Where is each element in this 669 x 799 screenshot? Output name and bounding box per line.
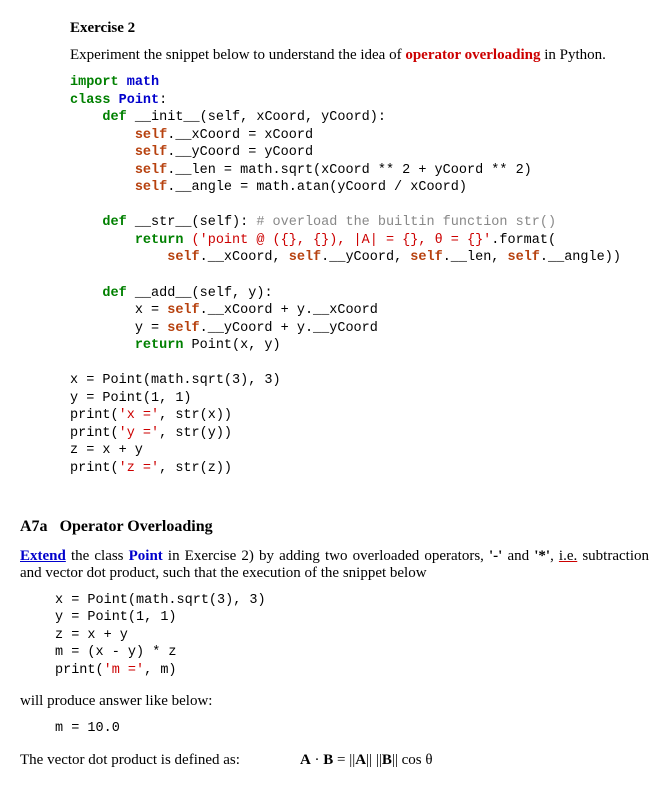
- str-literal: ('point @ ({}, {}), |A| = {}, θ = {}': [183, 233, 491, 248]
- op-sub: '-': [489, 548, 502, 564]
- format-call: .format(: [491, 233, 556, 248]
- vector-text: The vector dot product is defined as:: [20, 752, 240, 769]
- str-sig: __str__(self):: [135, 215, 248, 230]
- fmt-arg4: .__angle)): [540, 250, 621, 265]
- kw-self: self: [289, 250, 321, 265]
- main-l4a: print(: [70, 426, 119, 441]
- c2-l5a: print(: [55, 663, 104, 678]
- c2-l3: z = x + y: [55, 628, 128, 643]
- main-l1: x = Point(math.sqrt(3), 3): [70, 373, 281, 388]
- main-l6s: 'z =': [119, 461, 160, 476]
- intro-prefix: Experiment the snippet below to understa…: [70, 47, 405, 63]
- main-l3s: 'x =': [119, 408, 160, 423]
- c2-l5s: 'm =': [104, 663, 145, 678]
- op-mul: '*': [534, 548, 550, 564]
- fmt-arg3: .__len,: [443, 250, 508, 265]
- c2-l5b: , m): [144, 663, 176, 678]
- main-l3a: print(: [70, 408, 119, 423]
- kw-def: def: [102, 286, 126, 301]
- main-l6b: , str(z)): [159, 461, 232, 476]
- part2-paragraph: Extend the class Point in Exercise 2) by…: [20, 548, 649, 582]
- p2-b: in Exercise 2) by adding two overloaded …: [163, 548, 489, 564]
- add-l1b: .__xCoord + y.__xCoord: [200, 303, 378, 318]
- add-l1a: x =: [135, 303, 167, 318]
- init-line4: .__angle = math.atan(yCoord / xCoord): [167, 180, 467, 195]
- ie-word: i.e.: [559, 548, 577, 564]
- init-line2: .__yCoord = yCoord: [167, 145, 313, 160]
- p2-a: the class: [66, 548, 129, 564]
- main-l6a: print(: [70, 461, 119, 476]
- kw-self: self: [167, 250, 199, 265]
- exercise-intro: Experiment the snippet below to understa…: [70, 47, 649, 64]
- main-l3b: , str(x)): [159, 408, 232, 423]
- main-l5: z = x + y: [70, 443, 143, 458]
- init-sig: __init__(self, xCoord, yCoord):: [135, 110, 386, 125]
- operator-overloading-term: operator overloading: [405, 47, 540, 63]
- section-label: A7a: [20, 518, 48, 535]
- intro-suffix: in Python.: [540, 47, 605, 63]
- init-line1: .__xCoord = xCoord: [167, 128, 313, 143]
- module-math: math: [127, 75, 159, 90]
- extend-word: Extend: [20, 548, 66, 564]
- init-line3: .__len = math.sqrt(xCoord ** 2 + yCoord …: [167, 163, 532, 178]
- c2-l2: y = Point(1, 1): [55, 610, 177, 625]
- kw-self: self: [167, 321, 199, 336]
- fmt-arg1: .__xCoord,: [200, 250, 289, 265]
- add-ret: Point(x, y): [183, 338, 280, 353]
- p2-c: and: [502, 548, 534, 564]
- output-line: m = 10.0: [55, 720, 649, 738]
- str-comment: # overload the builtin function str(): [248, 215, 556, 230]
- kw-return: return: [135, 233, 184, 248]
- main-l4b: , str(y)): [159, 426, 232, 441]
- c2-l4: m = (x - y) * z: [55, 645, 177, 660]
- kw-self: self: [135, 145, 167, 160]
- kw-self: self: [410, 250, 442, 265]
- main-l4s: 'y =': [119, 426, 160, 441]
- add-l2b: .__yCoord + y.__yCoord: [200, 321, 378, 336]
- code-block-1: import math class Point: def __init__(se…: [70, 74, 649, 478]
- p2-d: ,: [550, 548, 559, 564]
- exercise-title: Exercise 2: [70, 20, 649, 37]
- kw-self: self: [135, 128, 167, 143]
- kw-self: self: [135, 180, 167, 195]
- add-l2a: y =: [135, 321, 167, 336]
- section-title: Operator Overloading: [60, 518, 213, 535]
- kw-self: self: [167, 303, 199, 318]
- vector-formula: A · B = ||A|| ||B|| cos θ: [300, 752, 433, 769]
- output-intro: will produce answer like below:: [20, 693, 649, 710]
- kw-return: return: [135, 338, 184, 353]
- code-block-2: x = Point(math.sqrt(3), 3) y = Point(1, …: [55, 592, 649, 680]
- main-l2: y = Point(1, 1): [70, 391, 192, 406]
- kw-import: import: [70, 75, 119, 90]
- add-sig: __add__(self, y):: [135, 286, 273, 301]
- kw-self: self: [135, 163, 167, 178]
- vector-line: The vector dot product is defined as: A …: [20, 752, 649, 769]
- class-point: Point: [119, 93, 160, 108]
- kw-def: def: [102, 215, 126, 230]
- kw-class: class: [70, 93, 111, 108]
- kw-self: self: [508, 250, 540, 265]
- kw-def: def: [102, 110, 126, 125]
- c2-l1: x = Point(math.sqrt(3), 3): [55, 593, 266, 608]
- section-heading: A7a Operator Overloading: [20, 518, 649, 536]
- class-point-ref: Point: [129, 548, 163, 564]
- colon: :: [159, 93, 167, 108]
- fmt-arg2: .__yCoord,: [321, 250, 410, 265]
